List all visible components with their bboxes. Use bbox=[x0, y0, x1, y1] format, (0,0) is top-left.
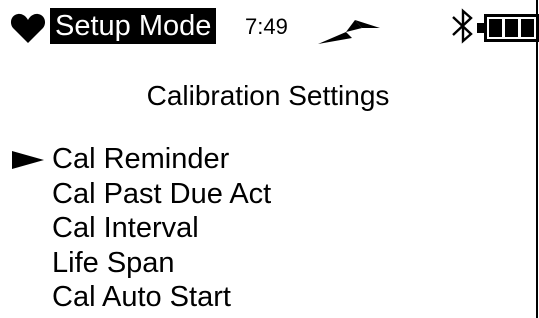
battery-icon bbox=[477, 14, 539, 42]
mode-badge: Setup Mode bbox=[50, 8, 217, 44]
menu-item-cal-past-due-act[interactable]: Cal Past Due Act bbox=[0, 177, 536, 212]
signal-icon bbox=[318, 20, 380, 44]
menu-item-label: Life Span bbox=[52, 246, 175, 279]
menu-item-label: Cal Interval bbox=[52, 212, 199, 244]
menu-item-cal-interval[interactable]: Cal Interval bbox=[0, 211, 536, 246]
menu-item-cal-auto-start[interactable]: Cal Auto Start bbox=[0, 280, 536, 315]
menu-item-label: Cal Auto Start bbox=[52, 281, 231, 313]
selection-arrow-icon bbox=[12, 151, 44, 169]
menu-item-life-span[interactable]: Life Span bbox=[0, 246, 536, 281]
menu-item-cal-reminder[interactable]: Cal Reminder bbox=[0, 142, 536, 177]
bluetooth-icon bbox=[452, 8, 473, 44]
status-bar: Setup Mode 7:49 bbox=[0, 0, 539, 46]
settings-menu: Cal Reminder Cal Past Due Act Cal Interv… bbox=[0, 142, 536, 315]
menu-item-label: Cal Reminder bbox=[52, 143, 230, 175]
screen-border bbox=[536, 0, 538, 318]
menu-item-label: Cal Past Due Act bbox=[52, 177, 272, 210]
heart-icon bbox=[10, 13, 46, 43]
page-title: Calibration Settings bbox=[146, 80, 390, 111]
clock: 7:49 bbox=[245, 14, 288, 39]
device-screen: Setup Mode 7:49 Calibration Settings Cal… bbox=[0, 0, 539, 318]
